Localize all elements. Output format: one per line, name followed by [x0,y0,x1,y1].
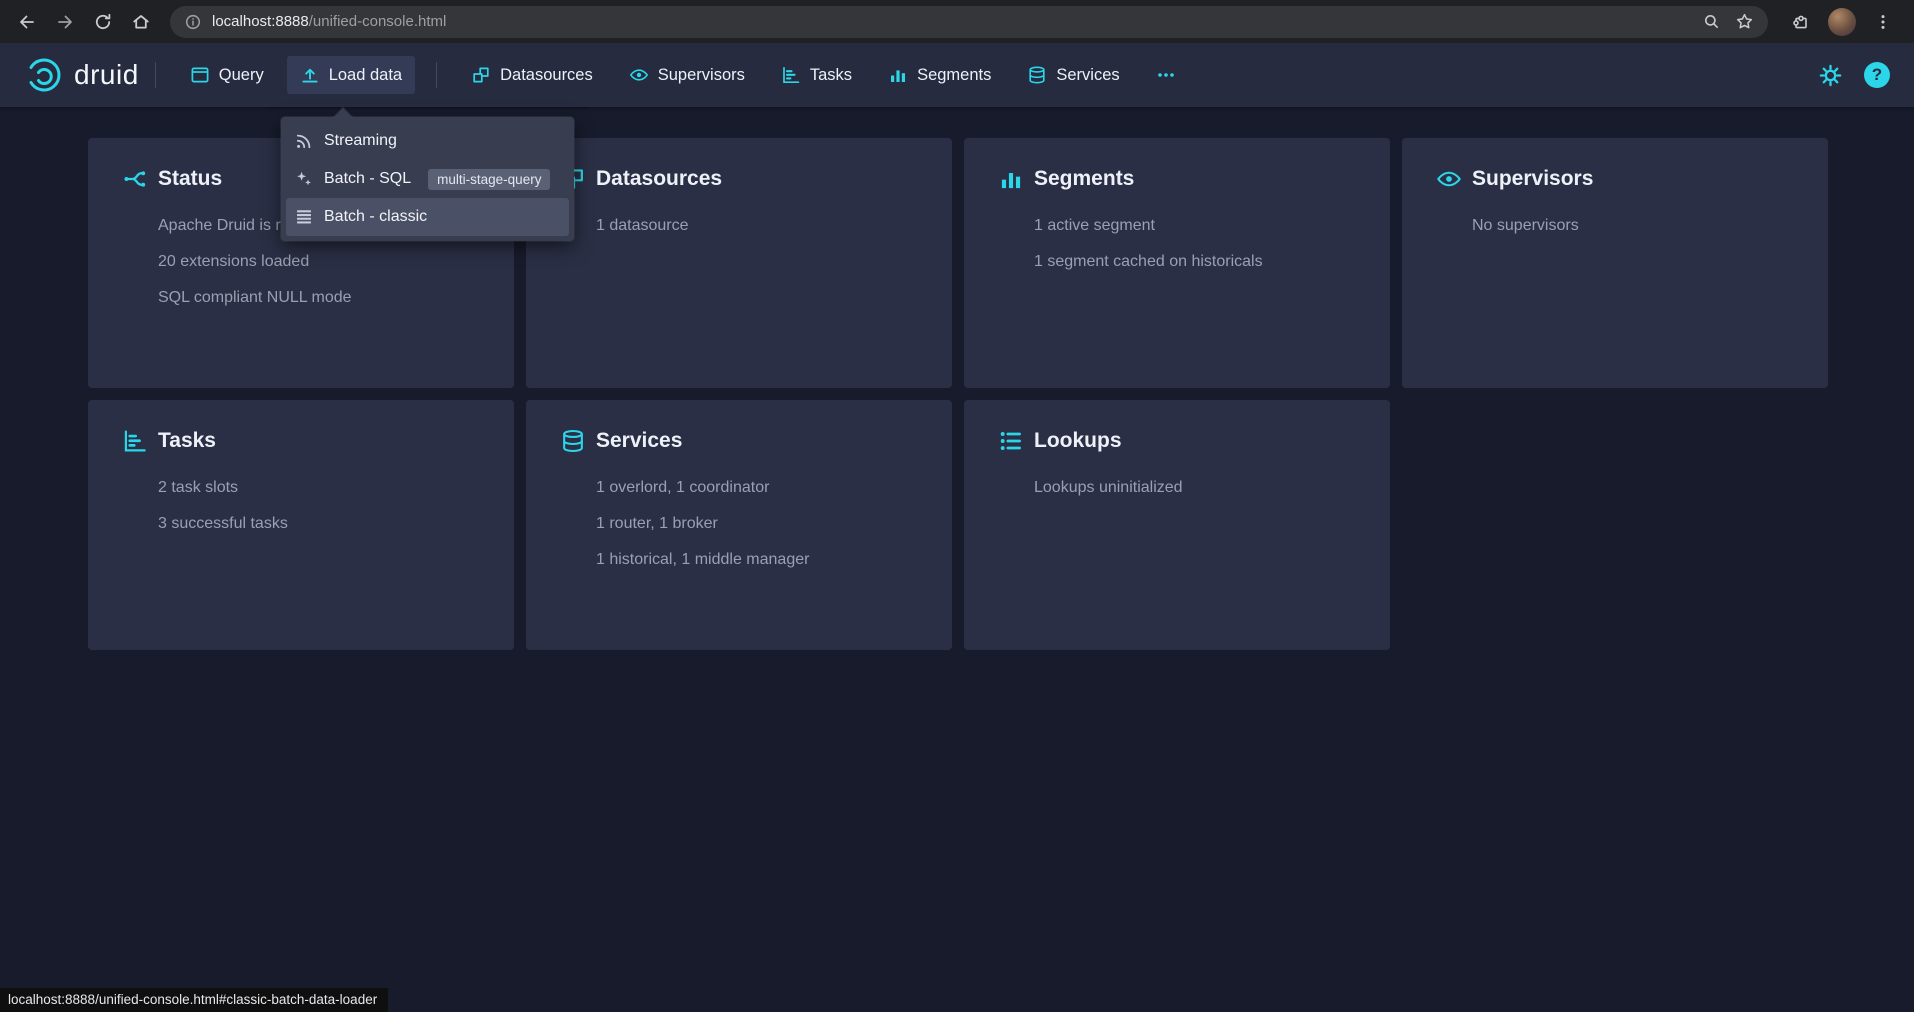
nav-item-label: Tasks [810,66,852,85]
nav-item-label: Supervisors [658,66,745,85]
brand-wordmark: druid [74,59,139,91]
settings-gear-icon[interactable] [1819,64,1842,87]
nav-divider [155,62,156,88]
supervisors-line: No supervisors [1472,208,1808,244]
services-line: 1 overlord, 1 coordinator [596,470,932,506]
services-line: 1 historical, 1 middle manager [596,542,932,578]
more-ellipsis-icon [1156,65,1176,85]
menu-item-label: Batch - classic [324,208,427,226]
menu-item-streaming[interactable]: Streaming [286,122,569,160]
nav-item-load-data[interactable]: Load data [287,56,415,94]
services-card[interactable]: Services 1 overlord, 1 coordinator 1 rou… [526,400,952,650]
tasks-line: 3 successful tasks [158,506,494,542]
status-line: 20 extensions loaded [158,244,494,280]
home-icon[interactable] [124,5,158,39]
nav-divider [436,62,437,88]
stacked-rows-icon [295,208,313,226]
help-icon[interactable]: ? [1864,62,1890,88]
nav-item-label: Datasources [500,66,593,85]
tasks-card[interactable]: Tasks 2 task slots 3 successful tasks [88,400,514,650]
druid-navbar: druid Query Load data Datasources Superv… [0,43,1914,107]
eye-icon [629,65,649,85]
bookmark-star-icon[interactable] [1735,12,1754,31]
segments-card[interactable]: Segments 1 active segment 1 segment cach… [964,138,1390,388]
query-icon [190,65,210,85]
status-line: SQL compliant NULL mode [158,280,494,316]
nav-more-button[interactable] [1143,56,1189,94]
segments-line: 1 segment cached on historicals [1034,244,1370,280]
nav-item-tasks[interactable]: Tasks [768,56,865,94]
url-host: localhost:8888 [212,13,309,30]
card-title: Lookups [1034,429,1122,453]
menu-item-label: Streaming [324,132,397,150]
card-title: Services [596,429,682,453]
reload-icon[interactable] [86,5,120,39]
database-icon [1027,65,1047,85]
nav-item-label: Load data [329,66,402,85]
druid-logo[interactable]: druid [24,55,139,95]
nav-item-services[interactable]: Services [1014,56,1132,94]
menu-item-label: Batch - SQL [324,170,411,188]
streaming-feed-icon [295,132,313,150]
link-status-bubble: localhost:8888/unified-console.html#clas… [0,988,388,1012]
tasks-line: 2 task slots [158,470,494,506]
back-icon[interactable] [10,5,44,39]
menu-item-batch-classic[interactable]: Batch - classic [286,198,569,236]
forward-icon[interactable] [48,5,82,39]
datasources-card[interactable]: Datasources 1 datasource [526,138,952,388]
url-path: /unified-console.html [309,13,447,30]
browser-menu-kebab-icon[interactable] [1866,5,1900,39]
nav-item-query[interactable]: Query [177,56,277,94]
lookups-line: Lookups uninitialized [1034,470,1370,506]
druid-logo-icon [24,55,64,95]
nav-item-label: Services [1056,66,1119,85]
list-icon [998,428,1024,454]
segments-line: 1 active segment [1034,208,1370,244]
card-title: Datasources [596,167,722,191]
bar-chart-icon [998,166,1024,192]
gantt-icon [781,65,801,85]
nav-item-label: Segments [917,66,991,85]
menu-item-batch-sql[interactable]: Batch - SQL multi-stage-query [286,160,569,198]
browser-toolbar: localhost:8888/unified-console.html [0,0,1914,43]
site-info-icon[interactable] [184,13,202,31]
load-data-menu: Streaming Batch - SQL multi-stage-query … [281,117,574,241]
upload-icon [300,65,320,85]
supervisors-card[interactable]: Supervisors No supervisors [1402,138,1828,388]
nav-item-label: Query [219,66,264,85]
nav-item-datasources[interactable]: Datasources [458,56,606,94]
lookups-card[interactable]: Lookups Lookups uninitialized [964,400,1390,650]
datasources-line: 1 datasource [596,208,932,244]
zoom-icon[interactable] [1702,12,1721,31]
database-icon [560,428,586,454]
card-title: Segments [1034,167,1134,191]
nav-item-supervisors[interactable]: Supervisors [616,56,758,94]
bar-chart-icon [888,65,908,85]
card-title: Status [158,167,222,191]
extensions-icon[interactable] [1784,5,1818,39]
gantt-icon [122,428,148,454]
datasources-icon [471,65,491,85]
card-title: Tasks [158,429,216,453]
card-title: Supervisors [1472,167,1593,191]
nav-item-segments[interactable]: Segments [875,56,1004,94]
address-bar[interactable]: localhost:8888/unified-console.html [170,6,1768,38]
eye-icon [1436,166,1462,192]
fork-icon [122,166,148,192]
profile-avatar[interactable] [1828,8,1856,36]
services-line: 1 router, 1 broker [596,506,932,542]
msq-badge: multi-stage-query [428,169,550,190]
sparkle-icon [295,170,313,188]
